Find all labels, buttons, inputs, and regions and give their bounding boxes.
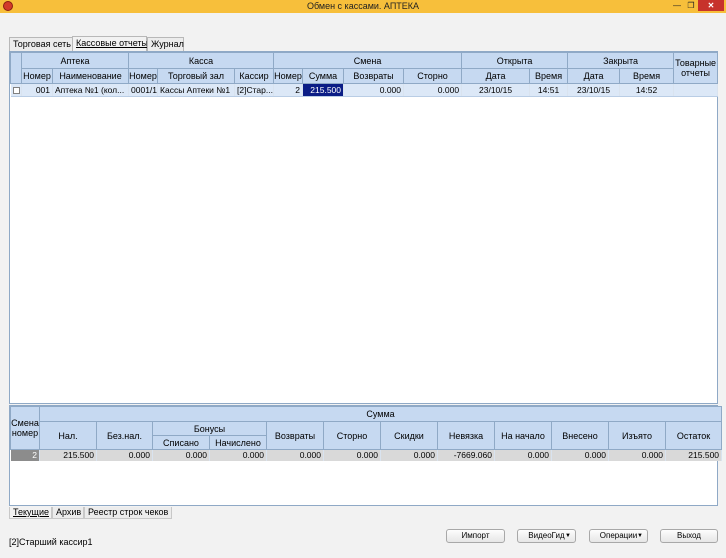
reports-table: Аптека Касса Смена Открыта Закрыта Товар… [10,52,719,97]
column-apteka-nomer[interactable]: Номер [21,68,53,84]
select-column-header [10,52,22,84]
cell-kassa-nomer[interactable]: 0001/1 [128,83,159,97]
cell-storno[interactable]: 0.000 [323,449,381,461]
cell-summa[interactable]: 215.500 [302,83,345,97]
cell-ostatok[interactable]: 215.500 [665,449,723,461]
group-otkryta: Открыта [461,52,569,69]
smena-summary-grid[interactable]: Смена номер Сумма Нал. Без.нал. Бонусы В… [9,405,723,506]
column-kassa-nomer[interactable]: Номер [128,68,159,84]
tab-reestr-strok-chekov[interactable]: Реестр строк чеков [84,507,172,519]
column-nevyazka[interactable]: Невязка [437,421,495,450]
cell-storno[interactable]: 0.000 [403,83,463,97]
cell-nal[interactable]: 215.500 [39,449,97,461]
checkbox-icon [12,87,20,95]
column-storno[interactable]: Сторно [323,421,381,450]
cell-kassir[interactable]: [2]Стар... [234,83,275,97]
cell-apteka-nomer[interactable]: 001 [21,83,53,97]
window-title: Обмен с кассами. АПТЕКА [306,1,420,11]
column-izyato[interactable]: Изъято [608,421,666,450]
operations-button[interactable]: Операции ▼ [589,529,648,543]
tab-label: Текущие [13,507,49,517]
cell-otkryta-data[interactable]: 23/10/15 [461,83,531,97]
tab-kassovye-otchety[interactable]: Кассовые отчеты [72,36,149,51]
cell-nevyazka[interactable]: -7669.060 [437,449,495,461]
column-zakryta-vremya[interactable]: Время [619,68,675,84]
group-zakryta: Закрыта [567,52,675,69]
cell-na-nachalo[interactable]: 0.000 [494,449,552,461]
tab-label: Журнал [151,39,184,49]
import-button-label: Импорт [461,531,490,540]
cell-spisano[interactable]: 0.000 [152,449,210,461]
column-tovarnye-otchety[interactable]: Товарные отчеты [673,52,719,84]
current-user-label: [2]Старший кассир1 [9,537,93,547]
column-summa[interactable]: Сумма [302,68,345,84]
column-otkryta-vremya[interactable]: Время [529,68,569,84]
column-na-nachalo[interactable]: На начало [494,421,552,450]
cell-smena-nomer[interactable]: 2 [273,83,304,97]
cell-skidki[interactable]: 0.000 [380,449,438,461]
column-ostatok[interactable]: Остаток [664,421,723,450]
videogid-button-label: ВидеоГид [528,531,565,540]
tab-torgovaya-set[interactable]: Торговая сеть [9,37,74,51]
kassovye-otchety-grid[interactable]: Аптека Касса Смена Открыта Закрыта Товар… [9,51,719,404]
column-storno[interactable]: Сторно [403,68,463,84]
group-summa: Сумма [38,406,723,422]
column-smena-nomer[interactable]: Смена номер [10,406,40,450]
tab-zhurnal[interactable]: Журнал [147,37,184,51]
tab-label: Торговая сеть [13,39,71,49]
tab-label: Архив [56,507,82,517]
column-vneseno[interactable]: Внесено [551,421,609,450]
cell-zakryta-data[interactable]: 23/10/15 [567,83,621,97]
import-button[interactable]: Импорт [446,529,505,543]
column-nal[interactable]: Нал. [39,421,97,450]
cell-vozvraty[interactable]: 0.000 [266,449,324,461]
close-button[interactable]: ✕ [698,0,724,11]
column-zakryta-data[interactable]: Дата [567,68,621,84]
cell-zakryta-vremya[interactable]: 14:52 [619,83,675,97]
tab-label: Реестр строк чеков [88,507,169,517]
chevron-down-icon: ▼ [565,533,571,539]
column-vozvraty[interactable]: Возвраты [266,421,324,450]
cell-vneseno[interactable]: 0.000 [551,449,609,461]
exit-button[interactable]: Выход [660,529,718,543]
column-vozvraty[interactable]: Возвраты [343,68,405,84]
minimize-button[interactable]: — [670,0,684,11]
group-apteka: Аптека [20,52,130,69]
column-beznal[interactable]: Без.нал. [96,421,153,450]
tab-tekushchie[interactable]: Текущие [9,507,52,519]
cell-vozvraty[interactable]: 0.000 [343,83,405,97]
table-row[interactable]: 2 215.500 0.000 0.000 0.000 0.000 0.000 … [10,449,723,461]
exit-button-label: Выход [677,531,701,540]
cell-otkryta-vremya[interactable]: 14:51 [529,83,569,97]
column-skidki[interactable]: Скидки [380,421,438,450]
chevron-down-icon: ▼ [637,533,643,539]
tab-label: Кассовые отчеты [76,38,149,48]
row-checkbox[interactable] [10,83,22,97]
videogid-button[interactable]: ВидеоГид ▼ [517,529,576,543]
column-otkryta-data[interactable]: Дата [461,68,531,84]
column-naimenovanie[interactable]: Наименование [51,68,130,84]
cell-nachisleno[interactable]: 0.000 [209,449,267,461]
column-nachisleno[interactable]: Начислено [209,435,267,450]
table-row[interactable]: 001 Аптека №1 (кол... 0001/1 Кассы Аптек… [10,83,719,97]
restore-button[interactable]: ❐ [684,0,698,11]
operations-button-label: Операции [599,531,638,540]
column-smena-nomer[interactable]: Номер [273,68,304,84]
summary-table: Смена номер Сумма Нал. Без.нал. Бонусы В… [10,406,723,461]
title-bar: Обмен с кассами. АПТЕКА — ❐ ✕ [0,0,726,13]
cell-beznal[interactable]: 0.000 [96,449,153,461]
cell-tovarnye-otchety[interactable] [673,83,719,97]
cell-izyato[interactable]: 0.000 [608,449,666,461]
tab-arkhiv[interactable]: Архив [52,507,84,519]
column-torgovyi-zal[interactable]: Торговый зал [157,68,236,84]
group-bonusy: Бонусы [152,421,267,436]
cell-torgovyi-zal[interactable]: Кассы Аптеки №1 [157,83,236,97]
cell-naimenovanie[interactable]: Аптека №1 (кол... [52,83,130,97]
group-smena: Смена [273,52,463,69]
cell-smena[interactable]: 2 [10,449,40,461]
column-kassir[interactable]: Кассир [234,68,275,84]
column-spisano[interactable]: Списано [152,435,210,450]
group-kassa: Касса [128,52,275,69]
